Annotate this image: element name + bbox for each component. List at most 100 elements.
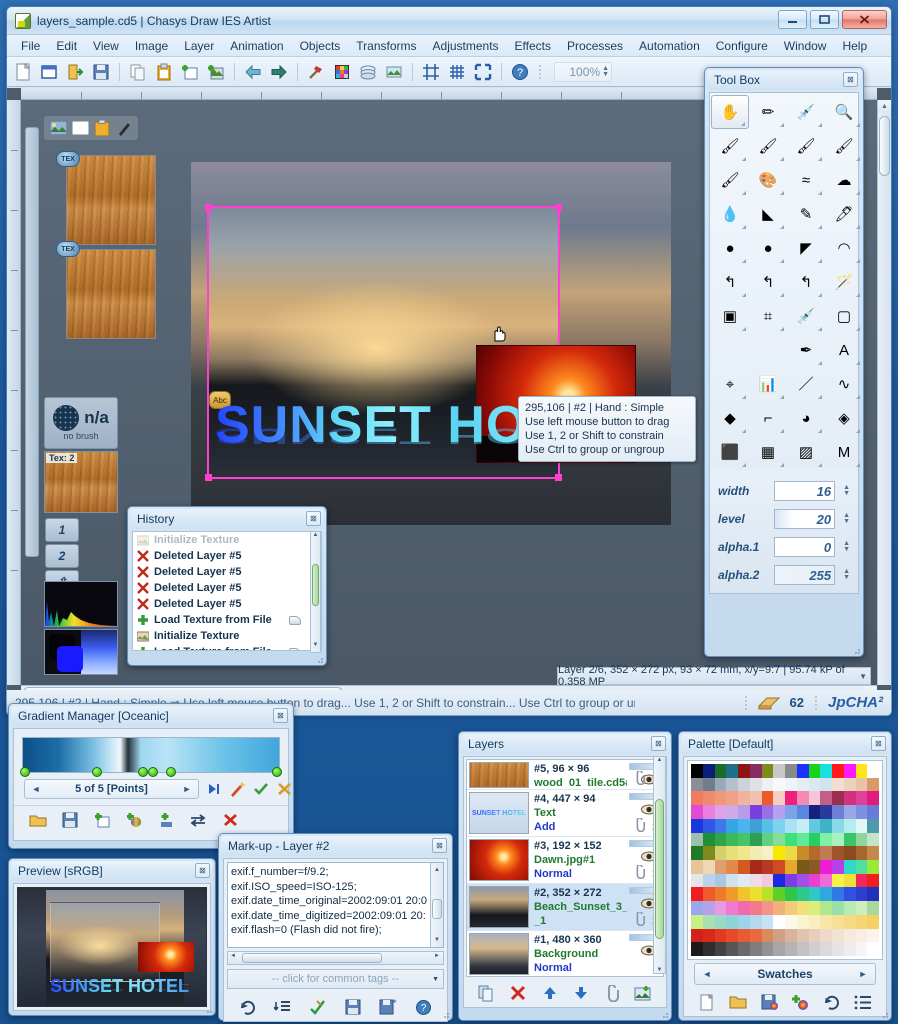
colour-swatch[interactable] — [797, 929, 809, 943]
tool-options-corner-icon[interactable] — [780, 395, 784, 399]
colour-swatch[interactable] — [832, 833, 844, 847]
menu-automation[interactable]: Automation — [631, 36, 708, 56]
curve-tool-icon[interactable]: ∿ — [825, 367, 863, 401]
tool-options-corner-icon[interactable] — [741, 122, 745, 126]
colour-swatch[interactable] — [773, 791, 785, 805]
save-icon[interactable] — [89, 60, 113, 84]
colour-swatch[interactable] — [703, 901, 715, 915]
preview-resize-grip[interactable] — [204, 1005, 213, 1014]
colour-swatch[interactable] — [832, 778, 844, 792]
colour-swatch[interactable] — [832, 764, 844, 778]
colour-swatch[interactable] — [809, 874, 821, 888]
colour-swatch[interactable] — [691, 887, 703, 901]
layers-list[interactable]: #5, 96 × 96wood_01_tile.cd5#1Normal + X1… — [466, 759, 664, 977]
add-colour-icon[interactable] — [792, 994, 809, 1011]
fill-tool-icon[interactable]: ◤ — [787, 231, 825, 265]
colour-swatch[interactable] — [691, 846, 703, 860]
current-texture-widget[interactable]: Tex: 2 — [44, 451, 118, 513]
markup-hscrollbar[interactable]: ◄ ► — [227, 951, 444, 965]
zoom-level-field[interactable]: 100% ▲▼ — [554, 62, 612, 82]
colour-swatch[interactable] — [809, 860, 821, 874]
tool-options-corner-icon[interactable] — [818, 327, 822, 331]
colour-swatch[interactable] — [726, 929, 738, 943]
hand-tool-icon[interactable]: ✋ — [711, 95, 749, 129]
colour-swatch[interactable] — [773, 929, 785, 943]
colour-swatch[interactable] — [750, 764, 762, 778]
open-palette-icon[interactable] — [729, 994, 747, 1010]
colour-swatch[interactable] — [773, 915, 785, 929]
tool-options-corner-icon[interactable] — [780, 463, 784, 467]
colour-swatch[interactable] — [820, 833, 832, 847]
colour-swatch[interactable] — [726, 791, 738, 805]
tool-options-corner-icon[interactable] — [856, 123, 860, 127]
colour-swatch[interactable] — [703, 791, 715, 805]
tool-options-corner-icon[interactable] — [856, 191, 860, 195]
menu-adjustments[interactable]: Adjustments — [425, 36, 507, 56]
colour-swatch[interactable] — [797, 791, 809, 805]
colour-swatch[interactable] — [867, 778, 879, 792]
tool-options-corner-icon[interactable] — [818, 361, 822, 365]
colour-swatch[interactable] — [785, 901, 797, 915]
colour-swatch[interactable] — [750, 860, 762, 874]
colour-swatch[interactable] — [738, 860, 750, 874]
layers-resize-grip[interactable] — [660, 1010, 669, 1019]
colour-cube-tool-icon[interactable]: ▦ — [749, 435, 787, 469]
blank-tool-slot-b[interactable] — [749, 333, 787, 367]
colour-swatch[interactable] — [820, 915, 832, 929]
colour-swatch[interactable] — [785, 846, 797, 860]
menu-configure[interactable]: Configure — [708, 36, 776, 56]
white-chip[interactable] — [70, 119, 90, 137]
colour-swatch[interactable] — [867, 764, 879, 778]
colour-swatch[interactable] — [856, 778, 868, 792]
colour-swatch[interactable] — [750, 929, 762, 943]
colour-swatch[interactable] — [773, 901, 785, 915]
colour-swatch[interactable] — [762, 942, 774, 956]
minimize-button[interactable] — [778, 10, 807, 29]
colour-swatch[interactable] — [832, 874, 844, 888]
tool-options-corner-icon[interactable] — [856, 293, 860, 297]
colour-swatch[interactable] — [738, 764, 750, 778]
layers-close-icon[interactable]: ⊠ — [651, 736, 666, 751]
tool-options-corner-icon[interactable] — [818, 429, 822, 433]
toolbox-resize-grip[interactable] — [852, 646, 861, 655]
tool-options-corner-icon[interactable] — [818, 293, 822, 297]
tool-options-corner-icon[interactable] — [856, 361, 860, 365]
colour-swatch[interactable] — [715, 942, 727, 956]
crop-tool-icon[interactable]: ⌗ — [749, 299, 787, 333]
colour-swatch[interactable] — [797, 887, 809, 901]
history-titlebar[interactable]: History ⊠ — [130, 509, 324, 529]
colour-swatch[interactable] — [844, 791, 856, 805]
left-dock-rail[interactable] — [25, 127, 39, 557]
colour-swatch[interactable] — [820, 887, 832, 901]
colour-swatch[interactable] — [785, 942, 797, 956]
colour-swatch[interactable] — [797, 874, 809, 888]
attach-icon[interactable] — [605, 985, 619, 1002]
new-gradient-icon[interactable] — [92, 810, 112, 830]
colour-swatch[interactable] — [773, 833, 785, 847]
secondary-colour-swatch[interactable] — [81, 630, 117, 674]
colour-picker-tool-icon[interactable]: 💉 — [787, 299, 825, 333]
colour-swatch[interactable] — [750, 819, 762, 833]
colour-swatch[interactable] — [762, 901, 774, 915]
tool-options-corner-icon[interactable] — [818, 157, 822, 161]
colour-swatch[interactable] — [844, 778, 856, 792]
move-down-icon[interactable] — [573, 985, 589, 1001]
colour-swatch[interactable] — [856, 833, 868, 847]
alpha2-input[interactable]: 255 — [774, 565, 835, 585]
level-input[interactable]: 20 — [774, 509, 835, 529]
menu-transforms[interactable]: Transforms — [348, 36, 424, 56]
cancel-x-icon[interactable] — [277, 779, 292, 799]
colour-swatch[interactable] — [797, 833, 809, 847]
colour-swatch[interactable] — [738, 874, 750, 888]
colour-swatch[interactable] — [726, 846, 738, 860]
table-row[interactable]: #3, 192 × 152Dawn.jpg#1Normal1 — [467, 837, 663, 884]
colour-swatch[interactable] — [750, 901, 762, 915]
colour-swatch[interactable] — [691, 791, 703, 805]
colour-swatch[interactable] — [691, 874, 703, 888]
status-dropdown-icon[interactable]: ▼ — [859, 672, 867, 681]
colour-swatch[interactable] — [867, 874, 879, 888]
colour-swatch[interactable] — [738, 846, 750, 860]
markup-hscroll-right[interactable]: ► — [434, 953, 440, 959]
history-item[interactable]: Initialize Texture — [133, 628, 321, 644]
current-brush-widget[interactable]: n/a no brush — [44, 397, 118, 449]
